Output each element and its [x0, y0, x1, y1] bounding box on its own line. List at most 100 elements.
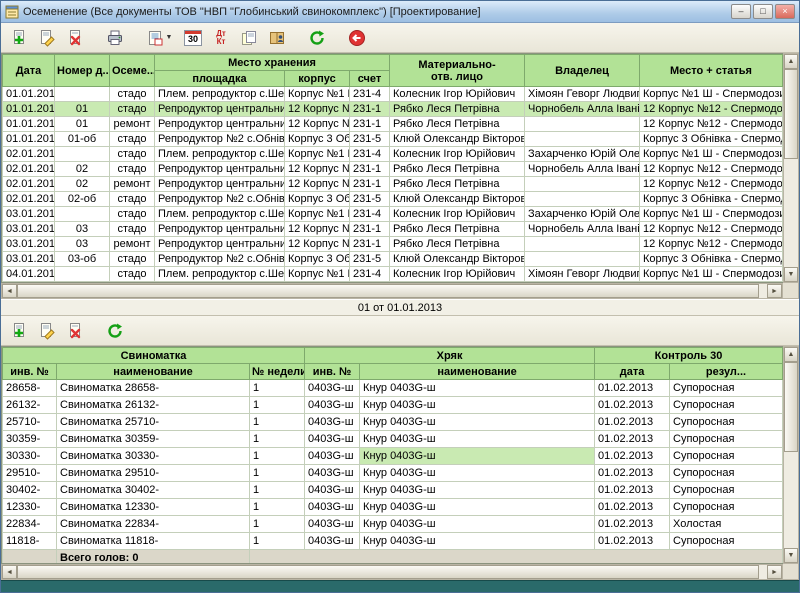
detail-delete-button[interactable] [62, 318, 88, 344]
cell-date[interactable]: 01.02.2013 [595, 448, 670, 465]
cell-site[interactable]: Репродуктор центральний м... [155, 102, 285, 117]
cell-owner[interactable] [525, 252, 640, 267]
cell-person[interactable]: Рябко Леся Петрівна [390, 117, 525, 132]
cell-place[interactable]: Корпус №1 Ш - Спермодози [640, 147, 783, 162]
cell-boar-inv[interactable]: 0403G-ш [305, 465, 360, 482]
scroll-down-button[interactable]: ▼ [784, 267, 798, 282]
cell-boar-name[interactable]: Кнур 0403G-ш [360, 448, 595, 465]
cell-num[interactable]: 03-об [55, 252, 110, 267]
exit-button[interactable] [344, 25, 370, 51]
cell-place[interactable]: Корпус №1 Ш - Спермодози [640, 207, 783, 222]
structure-button[interactable] [264, 25, 290, 51]
cell-sow-name[interactable]: Свиноматка 25710- [57, 414, 250, 431]
cell-boar-inv[interactable]: 0403G-ш [305, 516, 360, 533]
cell-owner[interactable]: Чорнобель Алла Іванівна [525, 102, 640, 117]
cell-num[interactable]: 02 [55, 177, 110, 192]
cell-owner[interactable] [525, 192, 640, 207]
cell-date[interactable]: 02.01.2013 [3, 177, 55, 192]
cell-building[interactable]: Корпус №1 Ш [285, 207, 350, 222]
cell-num[interactable]: 01 [55, 117, 110, 132]
cell-building[interactable]: 12 Корпус №12 [285, 222, 350, 237]
table-row[interactable]: 22834-Свиноматка 22834-10403G-шКнур 0403… [3, 516, 783, 533]
cell-num[interactable]: 03 [55, 237, 110, 252]
table-row[interactable]: 03.01.2013стадоПлем. репродуктор с.Шепел… [3, 207, 783, 222]
cell-person[interactable]: Клюй Олександр Вікторович [390, 252, 525, 267]
cell-sow-inv[interactable]: 30330- [3, 448, 57, 465]
scroll-up-button[interactable]: ▲ [784, 347, 798, 362]
scroll-thumb[interactable] [17, 565, 759, 579]
cell-account[interactable]: 231-1 [350, 162, 390, 177]
table-row[interactable]: 01.01.201301стадоРепродуктор центральний… [3, 102, 783, 117]
edit-button[interactable] [34, 25, 60, 51]
table-row[interactable]: 26132-Свиноматка 26132-10403G-шКнур 0403… [3, 397, 783, 414]
cell-sow-inv[interactable]: 25710- [3, 414, 57, 431]
cell-date[interactable]: 01.02.2013 [595, 482, 670, 499]
cell-sow-name[interactable]: Свиноматка 28658- [57, 380, 250, 397]
cell-date[interactable]: 01.01.2013 [3, 132, 55, 147]
cell-building[interactable]: Корпус №1 Ш [285, 87, 350, 102]
cell-site[interactable]: Репродуктор центральний м... [155, 162, 285, 177]
cell-boar-inv[interactable]: 0403G-ш [305, 482, 360, 499]
documents-vertical-scrollbar[interactable]: ▲ ▼ [783, 53, 799, 283]
journal-button[interactable]: ▼ [142, 25, 178, 51]
cell-sow-name[interactable]: Свиноматка 30402- [57, 482, 250, 499]
add-button[interactable] [6, 25, 32, 51]
cell-boar-name[interactable]: Кнур 0403G-ш [360, 465, 595, 482]
cell-date[interactable]: 01.02.2013 [595, 380, 670, 397]
cell-type[interactable]: ремонт [110, 177, 155, 192]
cell-person[interactable]: Рябко Леся Петрівна [390, 162, 525, 177]
cell-boar-inv[interactable]: 0403G-ш [305, 414, 360, 431]
cell-site[interactable]: Репродуктор центральний м... [155, 237, 285, 252]
cell-sow-inv[interactable]: 29510- [3, 465, 57, 482]
cell-building[interactable]: 12 Корпус №12 [285, 102, 350, 117]
cell-site[interactable]: Плем. репродуктор с.Шепел... [155, 87, 285, 102]
cell-boar-name[interactable]: Кнур 0403G-ш [360, 414, 595, 431]
cell-building[interactable]: Корпус №1 Ш [285, 267, 350, 282]
table-row[interactable]: 12330-Свиноматка 12330-10403G-шКнур 0403… [3, 499, 783, 516]
column-header-week[interactable]: № недели [250, 364, 305, 380]
table-row[interactable]: 28658-Свиноматка 28658-10403G-шКнур 0403… [3, 380, 783, 397]
cell-sow-inv[interactable]: 30359- [3, 431, 57, 448]
cell-owner[interactable]: Чорнобель Алла Іванівна [525, 222, 640, 237]
cell-type[interactable]: стадо [110, 147, 155, 162]
cell-building[interactable]: Корпус 3 Обні... [285, 132, 350, 147]
cell-boar-inv[interactable]: 0403G-ш [305, 533, 360, 550]
cell-account[interactable]: 231-1 [350, 237, 390, 252]
cell-num[interactable]: 01 [55, 102, 110, 117]
scroll-track[interactable] [759, 284, 767, 298]
cell-account[interactable]: 231-4 [350, 267, 390, 282]
cell-place[interactable]: 12 Корпус №12 - Спермодози [640, 117, 783, 132]
cell-num[interactable] [55, 267, 110, 282]
cell-building[interactable]: 12 Корпус №12 [285, 117, 350, 132]
cell-boar-inv[interactable]: 0403G-ш [305, 397, 360, 414]
cell-sow-inv[interactable]: 28658- [3, 380, 57, 397]
cell-num[interactable] [55, 87, 110, 102]
cell-result[interactable]: Супоросная [670, 414, 783, 431]
cell-person[interactable]: Колесник Ігор Юрійович [390, 207, 525, 222]
cell-person[interactable]: Колесник Ігор Юрійович [390, 267, 525, 282]
cell-owner[interactable]: Чорнобель Алла Іванівна [525, 162, 640, 177]
cell-date[interactable]: 03.01.2013 [3, 222, 55, 237]
cell-type[interactable]: стадо [110, 222, 155, 237]
cell-type[interactable]: стадо [110, 192, 155, 207]
cell-person[interactable]: Рябко Леся Петрівна [390, 177, 525, 192]
cell-sow-name[interactable]: Свиноматка 30330- [57, 448, 250, 465]
cell-account[interactable]: 231-1 [350, 102, 390, 117]
cell-owner[interactable]: Захарченко Юрій Олекса... [525, 147, 640, 162]
cell-account[interactable]: 231-5 [350, 192, 390, 207]
cell-sow-name[interactable]: Свиноматка 30359- [57, 431, 250, 448]
cell-place[interactable]: 12 Корпус №12 - Спермодози [640, 222, 783, 237]
cell-person[interactable]: Клюй Олександр Вікторович [390, 132, 525, 147]
cell-owner[interactable] [525, 132, 640, 147]
cell-boar-name[interactable]: Кнур 0403G-ш [360, 482, 595, 499]
column-header-owner[interactable]: Владелец [525, 55, 640, 87]
cell-boar-name[interactable]: Кнур 0403G-ш [360, 431, 595, 448]
cell-account[interactable]: 231-4 [350, 147, 390, 162]
cell-result[interactable]: Супоросная [670, 448, 783, 465]
cell-date[interactable]: 01.02.2013 [595, 414, 670, 431]
cell-result[interactable]: Холостая [670, 516, 783, 533]
cell-week[interactable]: 1 [250, 414, 305, 431]
cell-date[interactable]: 01.02.2013 [595, 431, 670, 448]
cell-owner[interactable] [525, 177, 640, 192]
cell-date[interactable]: 01.02.2013 [595, 499, 670, 516]
